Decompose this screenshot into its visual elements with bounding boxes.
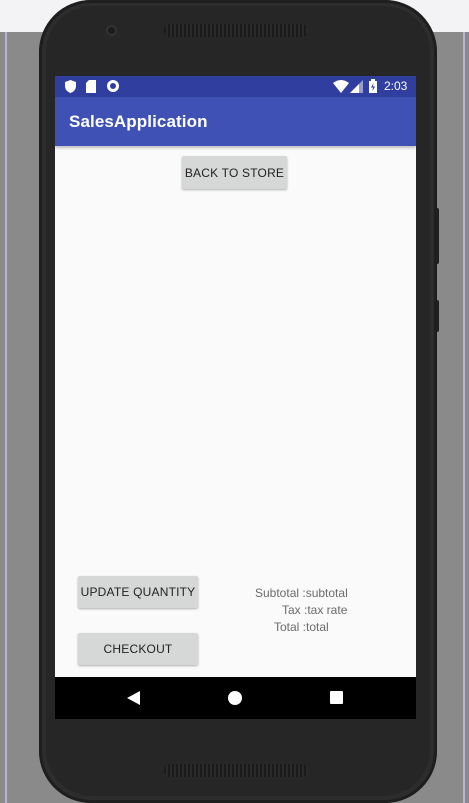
circle-notification-icon [106, 79, 120, 96]
bottom-speaker-grille [164, 764, 308, 777]
update-quantity-button[interactable]: UPDATE QUANTITY [78, 576, 198, 608]
navigation-bar [55, 677, 416, 719]
app-bar: SalesApplication [55, 97, 416, 146]
back-to-store-button[interactable]: BACK TO STORE [182, 156, 287, 189]
subtotal-label: Subtotal :subtotal [255, 586, 348, 600]
wifi-icon [333, 80, 349, 96]
cell-signal-icon [350, 80, 363, 96]
shield-icon [65, 80, 76, 96]
emulator-frame-right [463, 32, 465, 803]
recents-square-icon[interactable] [330, 691, 343, 709]
back-triangle-icon[interactable] [127, 691, 140, 710]
volume-button [435, 208, 439, 264]
status-bar: 2:03 [55, 76, 416, 97]
total-label: Total :total [274, 620, 329, 634]
status-time: 2:03 [384, 79, 408, 93]
battery-charging-icon [369, 79, 377, 96]
home-circle-icon[interactable] [228, 691, 242, 710]
top-speaker-grille [164, 24, 308, 37]
sd-card-icon [86, 80, 96, 96]
app-title: SalesApplication [69, 112, 208, 131]
tax-label: Tax :tax rate [282, 603, 348, 617]
checkout-button[interactable]: CHECKOUT [78, 633, 198, 665]
front-camera [106, 25, 117, 36]
power-button [435, 300, 439, 332]
emulator-frame-left [5, 32, 7, 803]
device-screen: 2:03 SalesApplication BACK TO STORE UPDA… [55, 76, 416, 719]
